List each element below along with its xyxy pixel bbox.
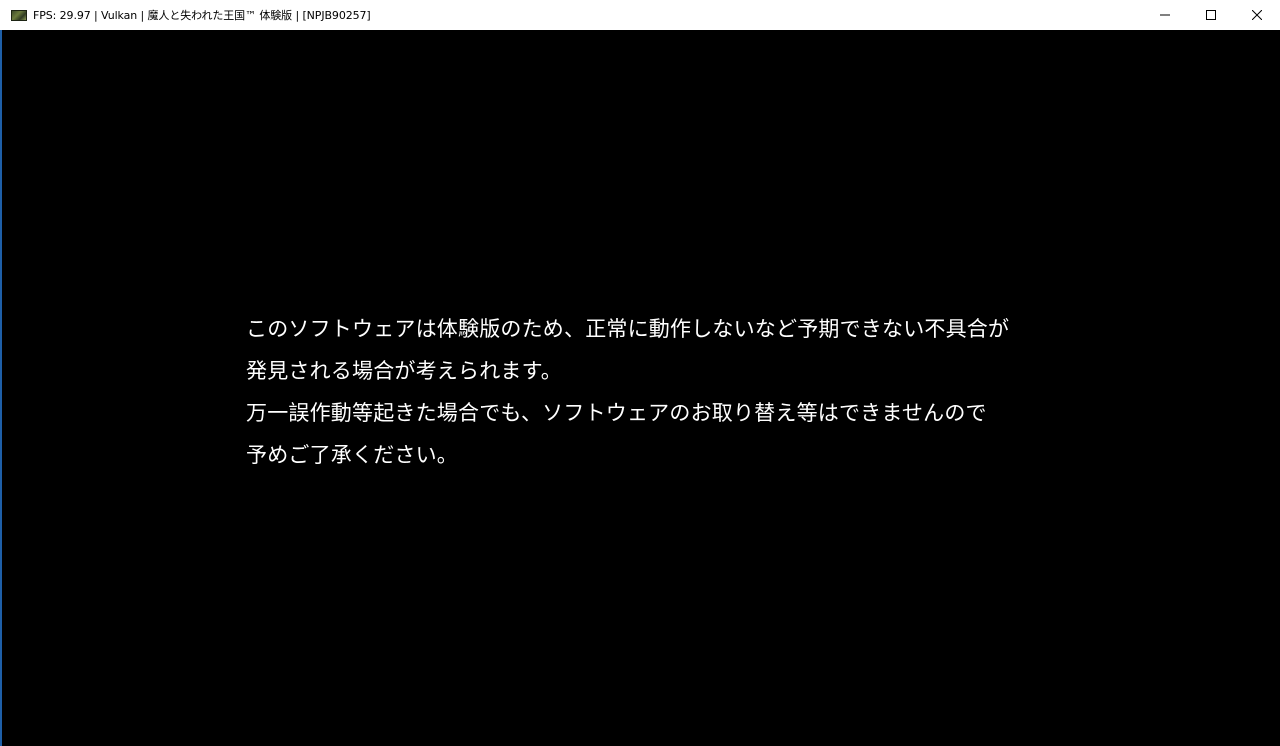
notice-line-1: このソフトウェアは体験版のため、正常に動作しないなど予期できない不具合が (246, 317, 1010, 341)
trial-notice: このソフトウェアは体験版のため、正常に動作しないなど予期できない不具合が 発見さ… (246, 308, 1066, 476)
notice-line-3: 万一誤作動等起きた場合でも、ソフトウェアのお取り替え等はできませんので (246, 401, 987, 425)
maximize-icon (1206, 10, 1216, 20)
game-thumbnail-icon[interactable] (11, 9, 27, 21)
minimize-button[interactable] (1142, 0, 1188, 30)
emulator-window: FPS: 29.97 | Vulkan | 魔人と失われた王国™ 体験版 | [… (0, 0, 1280, 746)
close-icon (1252, 10, 1262, 20)
game-screen[interactable]: このソフトウェアは体験版のため、正常に動作しないなど予期できない不具合が 発見さ… (0, 30, 1280, 746)
notice-line-4: 予めご了承ください。 (246, 443, 458, 467)
close-button[interactable] (1234, 0, 1280, 30)
window-controls (1142, 0, 1280, 30)
title-bar[interactable]: FPS: 29.97 | Vulkan | 魔人と失われた王国™ 体験版 | [… (0, 0, 1280, 30)
minimize-icon (1160, 10, 1170, 20)
maximize-button[interactable] (1188, 0, 1234, 30)
notice-line-2: 発見される場合が考えられます。 (246, 359, 562, 383)
window-border (0, 30, 2, 746)
window-title: FPS: 29.97 | Vulkan | 魔人と失われた王国™ 体験版 | [… (33, 9, 371, 22)
